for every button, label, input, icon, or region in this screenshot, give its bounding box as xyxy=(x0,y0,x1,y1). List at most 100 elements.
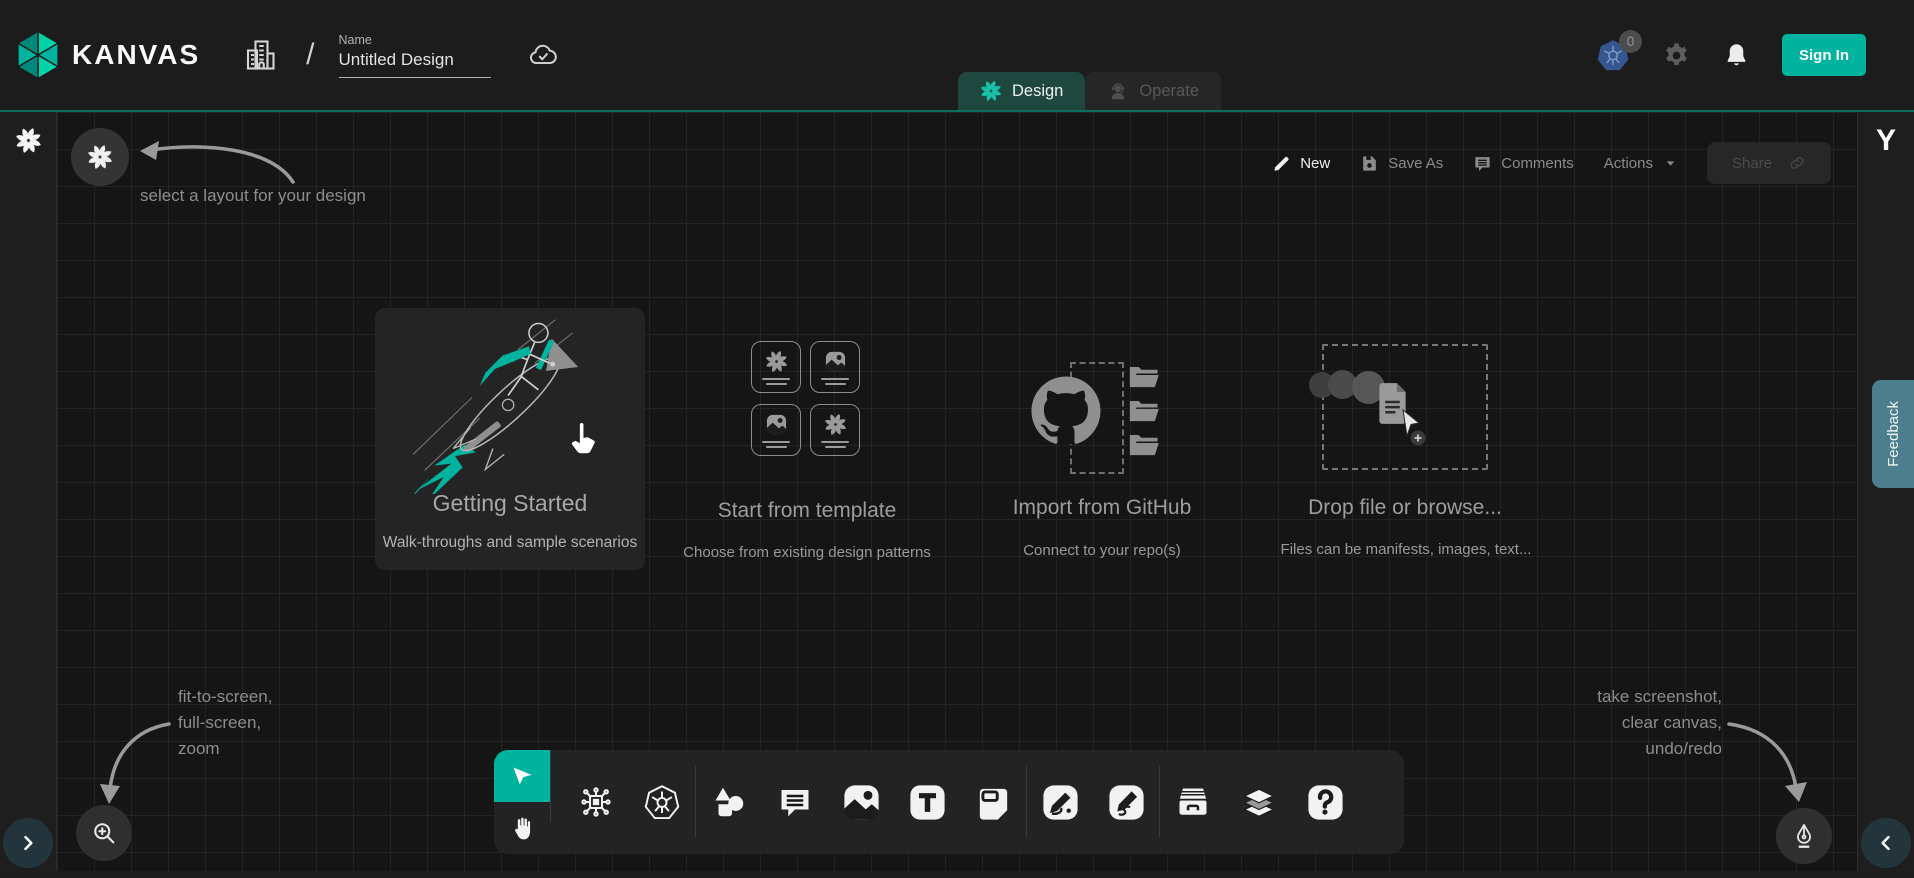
drop-cursor-icon xyxy=(1397,408,1429,448)
chevron-down-icon xyxy=(1664,157,1677,170)
drawer-tool-button[interactable] xyxy=(1160,784,1226,820)
comments-button[interactable]: Comments xyxy=(1473,154,1574,173)
design-tab-label: Design xyxy=(1012,82,1063,101)
share-link-icon xyxy=(1788,154,1806,172)
template-subtitle: Choose from existing design patterns xyxy=(657,544,957,561)
github-octocat-icon[interactable] xyxy=(1030,375,1102,447)
zoom-hint-arrow xyxy=(97,710,187,810)
folder-icon xyxy=(1128,365,1160,390)
shapes-icon xyxy=(711,784,747,820)
sign-in-button[interactable]: Sign In xyxy=(1782,34,1866,76)
app-header: KANVAS / Name Design Operate 0 xyxy=(0,0,1914,110)
design-name-input[interactable] xyxy=(339,50,491,78)
hand-pointer-cursor xyxy=(565,420,601,462)
tab-operate[interactable]: Operate xyxy=(1085,72,1221,110)
floppy-icon xyxy=(1360,154,1379,173)
actions-dropdown[interactable]: Actions xyxy=(1604,155,1677,172)
folder-icon xyxy=(1128,399,1160,424)
share-label: Share xyxy=(1732,155,1772,172)
kubernetes-wheel-icon xyxy=(644,784,680,820)
magnifier-plus-icon xyxy=(90,819,118,847)
bottom-edge-strip xyxy=(0,871,1914,878)
share-button[interactable]: Share xyxy=(1707,142,1831,184)
getting-started-subtitle: Walk-throughs and sample scenarios xyxy=(360,534,660,552)
pan-tool-button[interactable] xyxy=(494,802,550,854)
image-tool-button[interactable] xyxy=(828,782,894,823)
meshery-spiral-icon xyxy=(15,127,42,154)
organization-icon[interactable] xyxy=(242,37,278,73)
rocket-illustration xyxy=(390,314,630,494)
pinwheel-icon xyxy=(824,413,847,436)
zoom-controls-button[interactable] xyxy=(76,805,132,861)
save-as-button[interactable]: Save As xyxy=(1360,154,1443,173)
question-mark-icon xyxy=(1305,782,1346,823)
kubernetes-context-button[interactable]: 0 xyxy=(1596,37,1630,73)
comment-tool-button[interactable] xyxy=(762,784,828,820)
image-icon xyxy=(824,350,847,373)
expand-right-panel-button[interactable] xyxy=(1861,818,1911,868)
card-getting-started[interactable] xyxy=(375,308,645,570)
right-rail: Y xyxy=(1857,112,1914,878)
dropzone-title[interactable]: Drop file or browse... xyxy=(1287,496,1523,520)
sticky-note-tool-button[interactable] xyxy=(960,782,1026,823)
components-tool-button[interactable] xyxy=(563,784,629,820)
select-tool-button[interactable] xyxy=(494,750,550,802)
feedback-tab[interactable]: Feedback xyxy=(1872,380,1914,488)
left-rail xyxy=(0,112,57,878)
tab-design[interactable]: Design xyxy=(958,72,1085,110)
pinwheel-icon xyxy=(765,350,788,373)
freehand-tool-button[interactable] xyxy=(1093,782,1159,823)
chevron-left-icon xyxy=(1876,833,1896,853)
settings-gear-icon[interactable] xyxy=(1662,41,1691,70)
autosave-cloud-icon xyxy=(527,39,559,71)
text-tool-button[interactable] xyxy=(894,782,960,823)
design-canvas[interactable]: New Save As Comments Actions Share xyxy=(57,112,1857,878)
mode-tabs: Design Operate xyxy=(958,72,1221,110)
kubernetes-tool-button[interactable] xyxy=(629,784,695,820)
new-design-button[interactable]: New xyxy=(1272,154,1330,173)
canvas-top-accent-line xyxy=(0,110,1914,112)
canvas-hint-line: take screenshot, xyxy=(1522,684,1722,710)
pointer-tool-group xyxy=(494,750,550,854)
getting-started-title: Getting Started xyxy=(375,490,645,517)
pen-nib-icon xyxy=(1790,822,1818,850)
brand-name: KANVAS xyxy=(72,39,200,71)
operate-tab-label: Operate xyxy=(1139,82,1199,101)
layout-asterisk-icon xyxy=(87,144,113,170)
comment-icon xyxy=(1473,154,1492,173)
github-subtitle: Connect to your repo(s) xyxy=(987,542,1217,559)
chevron-right-icon xyxy=(18,833,38,853)
operate-tab-icon xyxy=(1107,80,1129,102)
github-title[interactable]: Import from GitHub xyxy=(987,496,1217,520)
card-start-from-template[interactable] xyxy=(751,341,860,456)
zoom-hint-text: fit-to-screen, full-screen, zoom xyxy=(178,684,272,762)
zoom-hint-line: full-screen, xyxy=(178,710,272,736)
pencil-icon xyxy=(1272,154,1291,173)
brand-logo-icon xyxy=(14,29,62,81)
canvas-hint-text: take screenshot, clear canvas, undo/redo xyxy=(1522,684,1722,762)
pencil-scribble-icon xyxy=(1106,782,1147,823)
pen-bezier-icon xyxy=(1040,782,1081,823)
design-name-block: Name xyxy=(339,33,491,78)
folder-icon xyxy=(1128,433,1160,458)
brand[interactable]: KANVAS xyxy=(14,29,200,81)
text-T-icon xyxy=(907,782,948,823)
expand-left-panel-button[interactable] xyxy=(3,818,53,868)
help-tool-button[interactable] xyxy=(1292,782,1358,823)
drawer-icon xyxy=(1175,784,1211,820)
save-as-label: Save As xyxy=(1388,155,1443,172)
layout-picker-button[interactable] xyxy=(71,128,129,186)
image-icon xyxy=(765,413,788,436)
notifications-bell-icon[interactable] xyxy=(1723,42,1750,69)
design-name-label: Name xyxy=(339,33,491,47)
shapes-tool-button[interactable] xyxy=(696,784,762,820)
feedback-label: Feedback xyxy=(1885,401,1902,467)
layers-tool-button[interactable] xyxy=(1226,784,1292,820)
template-tile xyxy=(751,404,801,456)
canvas-controls-button[interactable] xyxy=(1776,808,1832,864)
template-title[interactable]: Start from template xyxy=(687,499,927,523)
comment-bubble-icon xyxy=(777,784,813,820)
canvas-hint-arrow xyxy=(1719,710,1814,810)
pen-tool-button[interactable] xyxy=(1027,782,1093,823)
tool-row xyxy=(551,750,1404,854)
